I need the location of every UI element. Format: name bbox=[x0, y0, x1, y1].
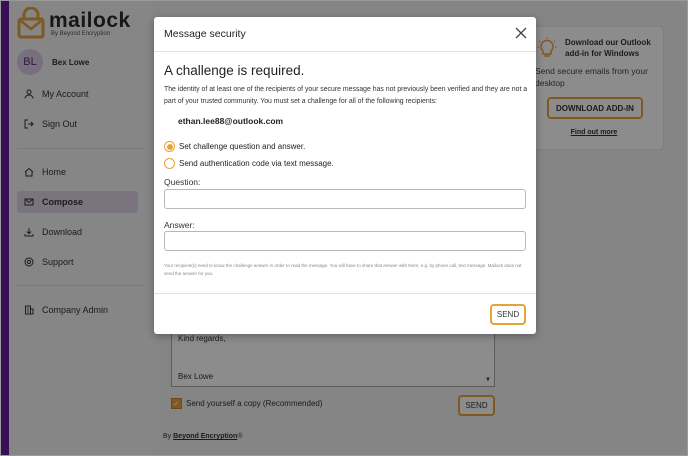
dialog-header: Message security bbox=[154, 17, 536, 52]
answer-input[interactable] bbox=[164, 231, 526, 251]
option-sms-code[interactable]: Send authentication code via text messag… bbox=[164, 158, 334, 169]
dialog-send-button[interactable]: SEND bbox=[490, 304, 526, 325]
option-challenge-question[interactable]: Set challenge question and answer. bbox=[164, 141, 305, 152]
dialog-title: Message security bbox=[164, 28, 246, 40]
option-label: Set challenge question and answer. bbox=[179, 142, 306, 151]
radio-selected-dot bbox=[166, 143, 173, 150]
radio-challenge-question[interactable] bbox=[164, 141, 175, 152]
question-label: Question: bbox=[164, 177, 201, 187]
option-label: Send authentication code via text messag… bbox=[179, 159, 334, 168]
app-window: mailock By Beyond Encryption BL Bex Lowe… bbox=[0, 0, 688, 456]
close-icon[interactable] bbox=[514, 26, 528, 40]
radio-sms-code[interactable] bbox=[164, 158, 175, 169]
message-security-dialog: Message security A challenge is required… bbox=[154, 17, 536, 334]
question-input[interactable] bbox=[164, 189, 526, 209]
challenge-description: The identity of at least one of the reci… bbox=[164, 86, 528, 105]
challenge-heading: A challenge is required. bbox=[164, 63, 305, 78]
dialog-footer-divider bbox=[154, 293, 536, 294]
answer-label: Answer: bbox=[164, 220, 195, 230]
recipient-email: ethan.lee88@outlook.com bbox=[178, 116, 284, 126]
challenge-note: Your recipient(s) need to know the chall… bbox=[164, 263, 522, 276]
